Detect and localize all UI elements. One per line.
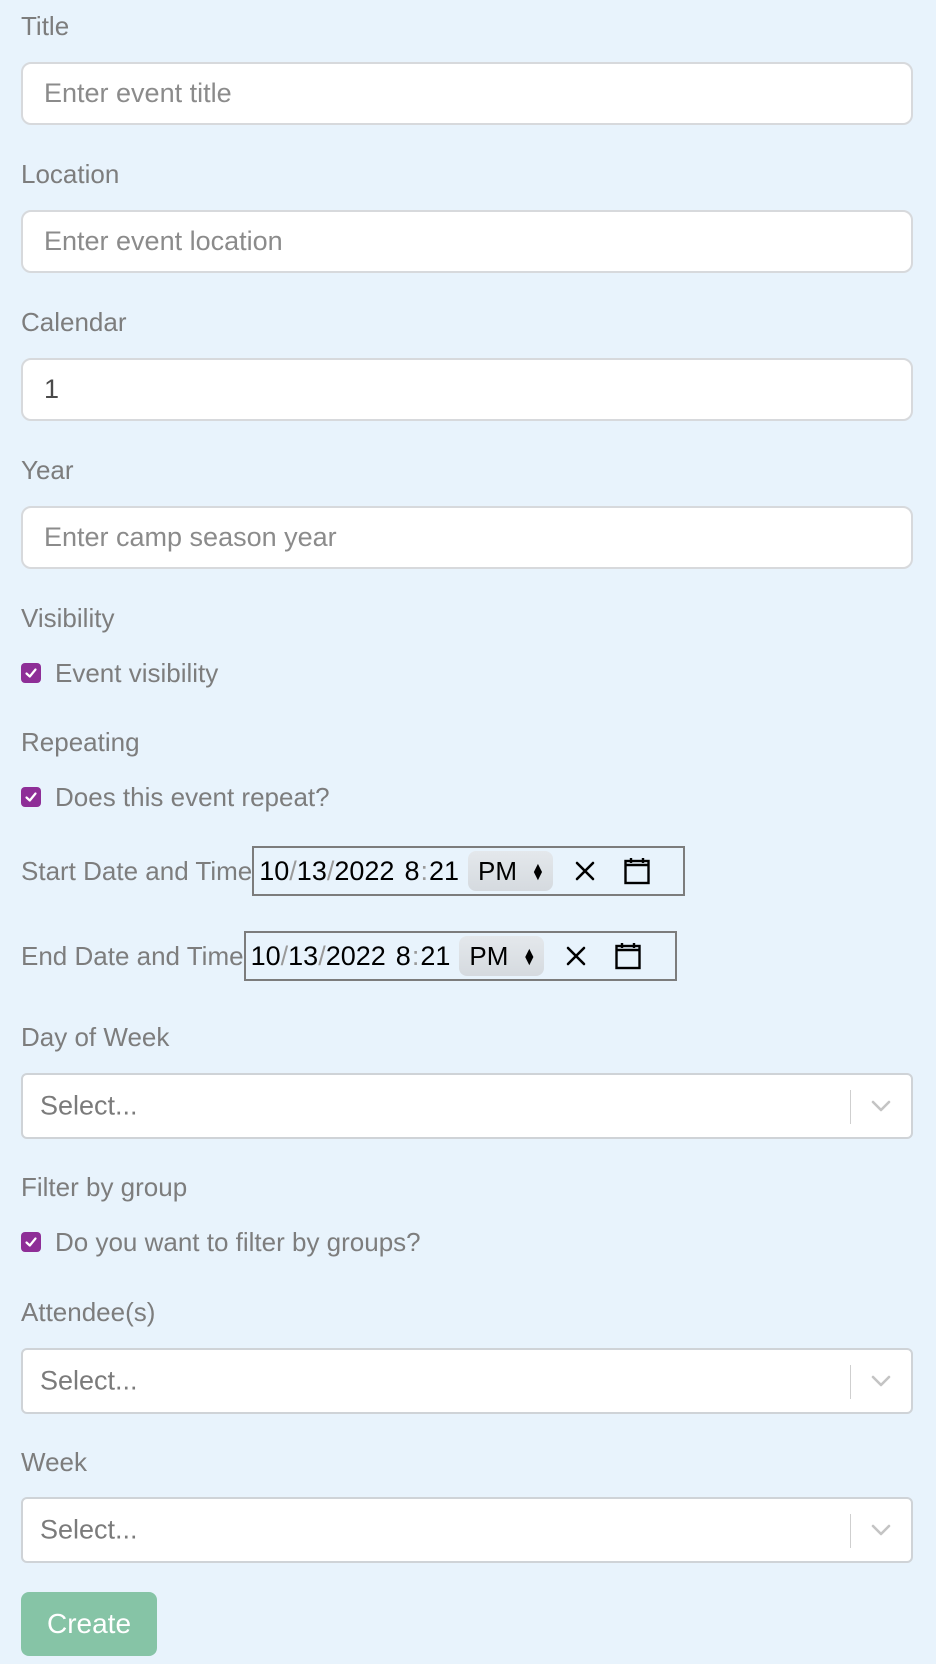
start-day[interactable]: 13 bbox=[297, 856, 327, 887]
week-placeholder: Select... bbox=[40, 1514, 138, 1545]
up-down-arrows-icon: ▲ ▼ bbox=[522, 943, 537, 968]
start-ampm-value: PM bbox=[478, 855, 518, 886]
day-of-week-label: Day of Week bbox=[21, 1022, 170, 1052]
close-icon[interactable] bbox=[564, 944, 588, 968]
chevron-down-icon[interactable] bbox=[871, 1375, 891, 1387]
start-hour[interactable]: 8 bbox=[404, 856, 419, 887]
start-datetime-row: Start Date and Time 10/13/2022 8:21 PM ▲… bbox=[21, 846, 686, 896]
start-minute[interactable]: 21 bbox=[429, 856, 459, 887]
start-ampm-select[interactable]: PM ▲ ▼ bbox=[468, 851, 553, 891]
select-divider bbox=[850, 1090, 851, 1124]
select-divider bbox=[850, 1514, 851, 1548]
end-datetime-label: End Date and Time bbox=[21, 941, 244, 971]
filter-by-group-checkbox[interactable] bbox=[21, 1232, 41, 1252]
filter-by-group-checkbox-row[interactable]: Do you want to filter by groups? bbox=[21, 1227, 421, 1257]
calendar-label: Calendar bbox=[21, 307, 127, 337]
location-label: Location bbox=[21, 159, 120, 189]
start-year[interactable]: 2022 bbox=[334, 856, 394, 887]
start-datetime-input[interactable]: 10/13/2022 8:21 PM ▲ ▼ bbox=[252, 846, 686, 896]
close-icon[interactable] bbox=[573, 859, 597, 883]
start-datetime-label: Start Date and Time bbox=[21, 856, 253, 886]
visibility-checkbox-label[interactable]: Event visibility bbox=[55, 660, 218, 686]
attendees-select[interactable]: Select... bbox=[21, 1348, 913, 1414]
end-ampm-select[interactable]: PM ▲ ▼ bbox=[459, 936, 545, 976]
create-button[interactable]: Create bbox=[21, 1592, 157, 1656]
calendar-input[interactable] bbox=[21, 358, 913, 421]
repeating-checkbox[interactable] bbox=[21, 787, 41, 807]
checkmark-icon bbox=[25, 668, 37, 678]
end-day[interactable]: 13 bbox=[288, 941, 318, 972]
repeating-label: Repeating bbox=[21, 727, 140, 757]
start-month[interactable]: 10 bbox=[259, 856, 289, 887]
visibility-checkbox[interactable] bbox=[21, 663, 41, 683]
checkmark-icon bbox=[25, 1237, 37, 1247]
attendees-placeholder: Select... bbox=[40, 1365, 138, 1396]
end-minute[interactable]: 21 bbox=[420, 941, 450, 972]
checkmark-icon bbox=[25, 792, 37, 802]
end-hour[interactable]: 8 bbox=[396, 941, 411, 972]
end-month[interactable]: 10 bbox=[251, 941, 281, 972]
end-datetime-input[interactable]: 10/13/2022 8:21 PM ▲ ▼ bbox=[243, 931, 677, 981]
year-label: Year bbox=[21, 455, 74, 485]
select-divider bbox=[850, 1365, 851, 1399]
end-datetime-row: End Date and Time 10/13/2022 8:21 PM ▲ ▼ bbox=[21, 931, 677, 981]
repeating-checkbox-label[interactable]: Does this event repeat? bbox=[55, 784, 330, 810]
location-input[interactable] bbox=[21, 210, 913, 273]
end-year[interactable]: 2022 bbox=[326, 941, 386, 972]
end-ampm-value: PM bbox=[469, 940, 509, 971]
calendar-icon[interactable] bbox=[614, 942, 642, 970]
filter-by-group-label: Filter by group bbox=[21, 1172, 188, 1202]
attendees-label: Attendee(s) bbox=[21, 1297, 156, 1327]
chevron-down-icon[interactable] bbox=[871, 1524, 891, 1536]
visibility-checkbox-row[interactable]: Event visibility bbox=[21, 658, 218, 688]
calendar-icon[interactable] bbox=[623, 857, 651, 885]
day-of-week-placeholder: Select... bbox=[40, 1090, 138, 1121]
title-label: Title bbox=[21, 11, 70, 41]
filter-by-group-checkbox-label[interactable]: Do you want to filter by groups? bbox=[55, 1229, 421, 1255]
day-of-week-select[interactable]: Select... bbox=[21, 1073, 913, 1139]
title-input[interactable] bbox=[21, 62, 913, 125]
chevron-down-icon[interactable] bbox=[871, 1100, 891, 1112]
up-down-arrows-icon: ▲ ▼ bbox=[531, 858, 545, 883]
week-select[interactable]: Select... bbox=[21, 1497, 913, 1563]
repeating-checkbox-row[interactable]: Does this event repeat? bbox=[21, 782, 330, 812]
visibility-label: Visibility bbox=[21, 603, 115, 633]
year-input[interactable] bbox=[21, 506, 913, 569]
week-label: Week bbox=[21, 1447, 87, 1477]
